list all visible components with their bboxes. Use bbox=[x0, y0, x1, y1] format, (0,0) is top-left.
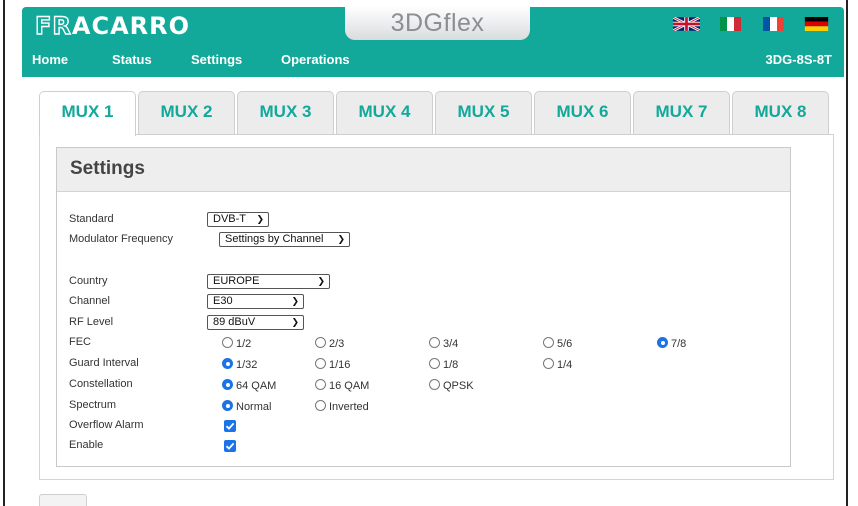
rf-level-select[interactable]: 89 dBuV ❯ bbox=[207, 315, 304, 330]
tab-mux-6[interactable]: MUX 6 bbox=[534, 91, 631, 135]
chevron-down-icon: ❯ bbox=[291, 296, 299, 306]
uk-flag-icon[interactable] bbox=[673, 17, 700, 31]
standard-select[interactable]: DVB-T ❯ bbox=[207, 212, 269, 227]
settings-box: Settings Standard DVB-T ❯ Modulator Frequ… bbox=[56, 147, 791, 467]
tab-mux-7[interactable]: MUX 7 bbox=[633, 91, 730, 135]
constellation-radio-16qam[interactable]: 16 QAM bbox=[315, 379, 369, 392]
spectrum-radio-normal[interactable]: Normal bbox=[222, 400, 271, 413]
settings-title: Settings bbox=[70, 158, 145, 179]
channel-select[interactable]: E30 ❯ bbox=[207, 294, 304, 309]
nav-home[interactable]: Home bbox=[32, 52, 68, 67]
spectrum-label: Spectrum bbox=[69, 399, 117, 411]
guard-radio-1-4[interactable]: 1/4 bbox=[543, 358, 572, 371]
channel-label: Channel bbox=[69, 295, 110, 307]
mux-panel: Settings Standard DVB-T ❯ Modulator Frequ… bbox=[39, 135, 834, 480]
france-flag-icon[interactable] bbox=[761, 17, 786, 31]
spectrum-radio-inverted[interactable]: Inverted bbox=[315, 400, 369, 413]
tab-mux-1[interactable]: MUX 1 bbox=[39, 91, 136, 136]
save-button[interactable] bbox=[39, 494, 87, 506]
guard-radio-1-32[interactable]: 1/32 bbox=[222, 358, 257, 371]
standard-label: Standard bbox=[69, 213, 114, 225]
constellation-label: Constellation bbox=[69, 378, 133, 390]
germany-flag-icon[interactable] bbox=[803, 17, 830, 31]
chevron-down-icon: ❯ bbox=[337, 234, 345, 244]
tab-mux-3[interactable]: MUX 3 bbox=[237, 91, 334, 135]
device-id: 3DG-8S-8T bbox=[765, 52, 832, 67]
app-window: FRACARRO 3DGflex Home Status Settings Op… bbox=[3, 0, 848, 506]
chevron-down-icon: ❯ bbox=[256, 214, 264, 224]
fec-label: FEC bbox=[69, 336, 91, 348]
fec-radio-1-2[interactable]: 1/2 bbox=[222, 337, 251, 350]
italy-flag-icon[interactable] bbox=[718, 17, 743, 31]
rf-level-label: RF Level bbox=[69, 316, 114, 328]
product-title: 3DGflex bbox=[345, 6, 530, 40]
checkmark-icon bbox=[225, 422, 235, 430]
chevron-down-icon: ❯ bbox=[291, 317, 299, 327]
fec-radio-5-6[interactable]: 5/6 bbox=[543, 337, 572, 350]
nav-operations[interactable]: Operations bbox=[281, 52, 350, 67]
nav-settings[interactable]: Settings bbox=[191, 52, 242, 67]
enable-label: Enable bbox=[69, 439, 104, 451]
country-select[interactable]: EUROPE ❯ bbox=[207, 274, 330, 289]
tab-mux-5[interactable]: MUX 5 bbox=[435, 91, 532, 135]
guard-radio-1-8[interactable]: 1/8 bbox=[429, 358, 458, 371]
chevron-down-icon: ❯ bbox=[317, 276, 325, 286]
fec-radio-2-3[interactable]: 2/3 bbox=[315, 337, 344, 350]
constellation-radio-qpsk[interactable]: QPSK bbox=[429, 379, 474, 392]
modulator-frequency-select[interactable]: Settings by Channel ❯ bbox=[219, 232, 350, 247]
tab-mux-2[interactable]: MUX 2 bbox=[138, 91, 235, 135]
guard-radio-1-16[interactable]: 1/16 bbox=[315, 358, 350, 371]
country-label: Country bbox=[69, 275, 108, 287]
fec-radio-3-4[interactable]: 3/4 bbox=[429, 337, 458, 350]
checkmark-icon bbox=[225, 442, 235, 450]
fracarro-logo: FRACARRO bbox=[34, 11, 190, 40]
main-nav: Home Status Settings Operations 3DG-8S-8… bbox=[22, 47, 844, 73]
settings-header: Settings bbox=[57, 148, 790, 192]
tab-mux-8[interactable]: MUX 8 bbox=[732, 91, 829, 135]
top-header: FRACARRO 3DGflex Home Status Settings Op… bbox=[22, 6, 844, 77]
guard-interval-label: Guard Interval bbox=[69, 357, 139, 369]
overflow-alarm-checkbox[interactable] bbox=[224, 420, 236, 432]
fec-radio-7-8[interactable]: 7/8 bbox=[657, 337, 686, 350]
nav-status[interactable]: Status bbox=[112, 52, 152, 67]
tab-mux-4[interactable]: MUX 4 bbox=[336, 91, 433, 135]
overflow-alarm-label: Overflow Alarm bbox=[69, 419, 144, 431]
enable-checkbox[interactable] bbox=[224, 440, 236, 452]
modulator-frequency-label: Modulator Frequency bbox=[69, 233, 173, 245]
constellation-radio-64qam[interactable]: 64 QAM bbox=[222, 379, 276, 392]
